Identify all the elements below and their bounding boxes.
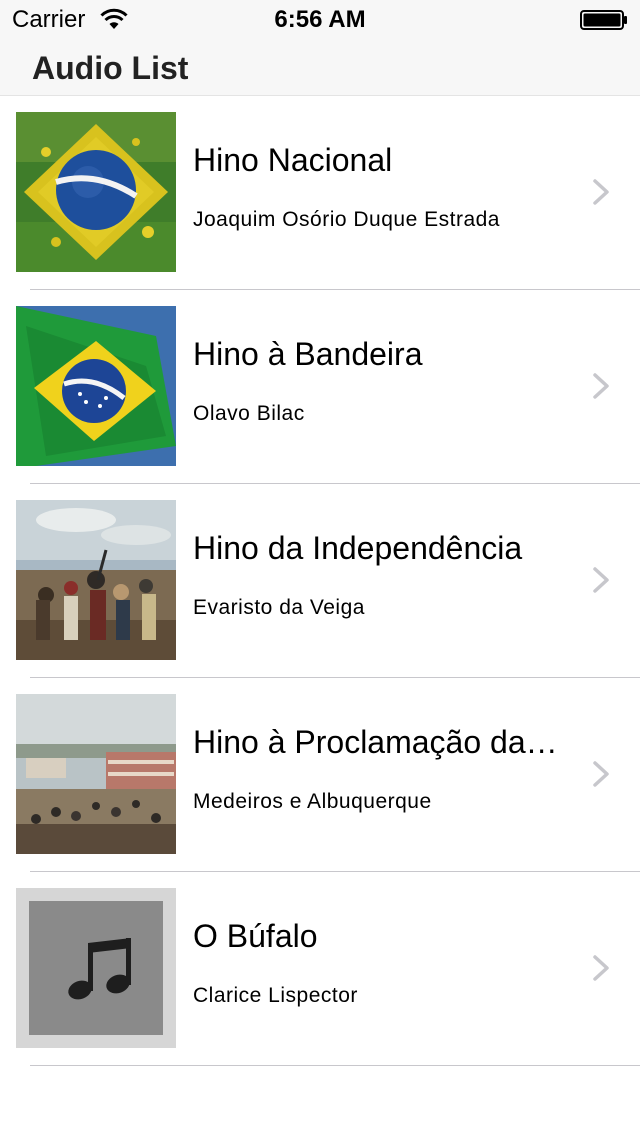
audio-list-item[interactable]: Hino Nacional Joaquim Osório Duque Estra…: [0, 96, 640, 290]
audio-list: Hino Nacional Joaquim Osório Duque Estra…: [0, 96, 640, 1066]
chevron-right-icon: [593, 567, 609, 593]
audio-author: Olavo Bilac: [193, 402, 305, 425]
audio-title: Hino Nacional: [193, 142, 393, 178]
audio-list-item[interactable]: Hino da Independência Evaristo da Veiga: [0, 484, 640, 678]
chevron-right-icon: [593, 761, 609, 787]
audio-title: Hino da Independência: [193, 530, 523, 566]
status-time: 6:56 AM: [274, 6, 366, 33]
audio-author: Evaristo da Veiga: [193, 596, 365, 619]
battery-full-icon: [580, 10, 627, 30]
brazil-flag-paint-image: [16, 112, 176, 272]
audio-list-item[interactable]: Hino à Bandeira Olavo Bilac: [0, 290, 640, 484]
audio-title: O Búfalo: [193, 918, 318, 954]
row-separator: [30, 1065, 640, 1066]
audio-title: Hino à Proclamação da República: [193, 724, 563, 760]
audio-list-item[interactable]: Hino à Proclamação da República Medeiros…: [0, 678, 640, 872]
independence-painting-image: [16, 500, 176, 660]
chevron-right-icon: [593, 373, 609, 399]
brazil-flag-waving-image: [16, 306, 176, 466]
audio-author: Clarice Lispector: [193, 984, 358, 1007]
chevron-right-icon: [593, 179, 609, 205]
music-note-placeholder-icon: [16, 888, 176, 1048]
audio-author: Joaquim Osório Duque Estrada: [193, 208, 500, 231]
page-title: Audio List: [32, 50, 189, 86]
chevron-right-icon: [593, 955, 609, 981]
navigation-bar: Audio List: [0, 40, 640, 96]
audio-author: Medeiros e Albuquerque: [193, 790, 432, 813]
status-bar: Carrier 6:56 AM: [0, 0, 640, 40]
proclamation-painting-image: [16, 694, 176, 854]
audio-title: Hino à Bandeira: [193, 336, 423, 372]
audio-list-item[interactable]: O Búfalo Clarice Lispector: [0, 872, 640, 1066]
